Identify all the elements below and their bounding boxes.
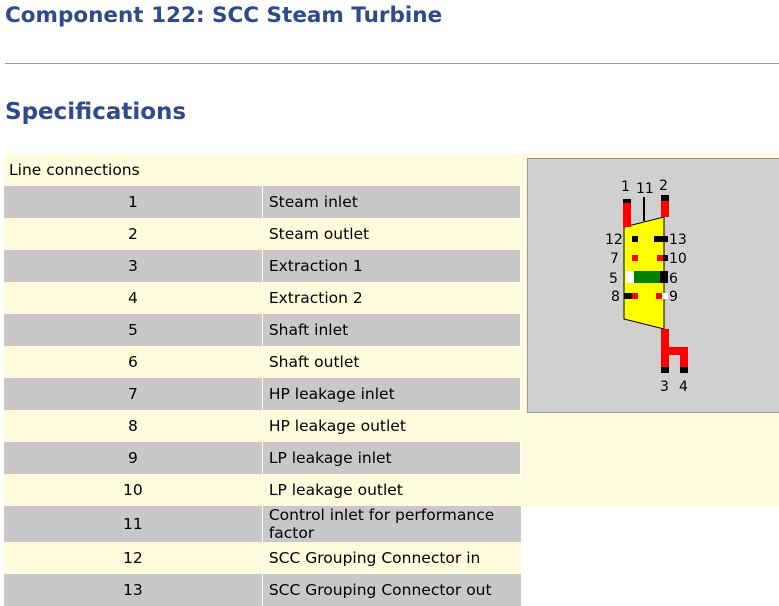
- row-label: LP leakage outlet: [262, 474, 521, 506]
- label-12: 12: [605, 232, 623, 248]
- shaft: [634, 271, 661, 283]
- row-number: 2: [4, 218, 263, 250]
- turbine-diagram: 1 11 2 12 13 7 10 5 6 8 9 3 4: [527, 158, 779, 413]
- port-8-red: [632, 293, 639, 299]
- row-label: Extraction 1: [262, 250, 521, 282]
- row-label: LP leakage inlet: [262, 442, 521, 474]
- label-1: 1: [621, 179, 630, 195]
- row-number: 3: [4, 250, 263, 282]
- port-9-connector: [662, 293, 669, 299]
- row-label: SCC Grouping Connector in: [262, 542, 521, 574]
- horizontal-rule: [5, 63, 779, 64]
- turbine-diagram-svg: 1 11 2 12 13 7 10 5 6 8 9 3 4: [605, 178, 689, 395]
- port-5-connector: [626, 271, 635, 283]
- extraction-1-pipe: [661, 329, 670, 373]
- label-11: 11: [636, 181, 654, 197]
- label-6: 6: [669, 271, 678, 287]
- line-connections-header: Line connections: [4, 154, 521, 186]
- row-label: HP leakage inlet: [262, 378, 521, 410]
- port-7-connector: [632, 255, 639, 261]
- table-row: 12 SCC Grouping Connector in: [4, 542, 779, 574]
- row-label: SCC Grouping Connector out: [262, 574, 521, 606]
- port-3-connector: [661, 367, 670, 373]
- row-number: 13: [4, 574, 263, 606]
- label-8: 8: [611, 289, 620, 305]
- port-2-connector: [661, 195, 670, 201]
- table-row: 11 Control inlet for performance factor: [4, 506, 779, 542]
- row-number: 11: [4, 506, 263, 542]
- row-label: Shaft outlet: [262, 346, 521, 378]
- label-10: 10: [669, 251, 687, 267]
- port-6-connector: [660, 271, 669, 283]
- page-title: Component 122: SCC Steam Turbine: [5, 3, 443, 28]
- row-number: 10: [4, 474, 263, 506]
- label-7: 7: [610, 251, 619, 267]
- label-5: 5: [609, 271, 618, 287]
- label-4: 4: [679, 379, 688, 395]
- row-number: 1: [4, 186, 263, 218]
- row-number: 6: [4, 346, 263, 378]
- section-heading: Specifications: [5, 99, 187, 125]
- row-number: 8: [4, 410, 263, 442]
- row-label: Steam outlet: [262, 218, 521, 250]
- port-12-connector: [632, 236, 639, 242]
- port-10-connector: [663, 255, 669, 261]
- port-1-connector: [623, 199, 632, 203]
- port-4-connector: [680, 367, 689, 373]
- table-row: 13 SCC Grouping Connector out: [4, 574, 779, 606]
- steam-outlet-pipe: [661, 201, 670, 217]
- label-3: 3: [660, 379, 669, 395]
- port-8-connector: [624, 293, 633, 299]
- specifications-table: Line connections 1 11 2 12 13 7 10 5 6 8…: [4, 154, 779, 606]
- label-9: 9: [669, 289, 678, 305]
- row-number: 4: [4, 282, 263, 314]
- table-header-row: Line connections 1 11 2 12 13 7 10 5 6 8…: [4, 154, 779, 506]
- diagram-cell: 1 11 2 12 13 7 10 5 6 8 9 3 4: [520, 154, 779, 506]
- port-9-red: [656, 293, 663, 299]
- row-number: 9: [4, 442, 263, 474]
- port-13-connector: [654, 236, 669, 242]
- steam-inlet-pipe: [623, 203, 632, 227]
- row-number: 5: [4, 314, 263, 346]
- row-number: 7: [4, 378, 263, 410]
- row-label: Steam inlet: [262, 186, 521, 218]
- row-label: Control inlet for performance factor: [262, 506, 521, 542]
- control-line: [643, 197, 646, 221]
- row-label: Shaft inlet: [262, 314, 521, 346]
- row-label: Extraction 2: [262, 282, 521, 314]
- row-number: 12: [4, 542, 263, 574]
- port-10-red: [657, 255, 664, 261]
- label-2: 2: [659, 178, 668, 194]
- label-13: 13: [669, 232, 687, 248]
- row-label: HP leakage outlet: [262, 410, 521, 442]
